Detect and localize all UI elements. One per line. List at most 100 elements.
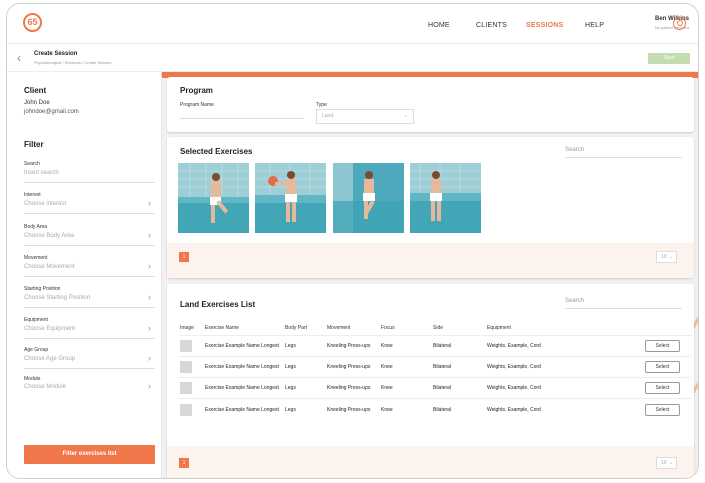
row-body-part: Legs <box>285 343 296 349</box>
type-select[interactable]: Land ⌄ <box>316 109 414 124</box>
selected-exercises-card: Selected Exercises Search 1 10 ⌄ <box>167 137 694 278</box>
pool-exercise-image <box>178 163 249 233</box>
filter-movement-label: Movement <box>24 255 48 261</box>
row-focus: Knee <box>381 385 393 391</box>
exercise-thumbnail[interactable] <box>255 163 326 233</box>
row-equipment: Weights, Example, Cord <box>487 407 541 413</box>
selected-exercises-heading: Selected Exercises <box>180 147 253 156</box>
filter-starting-position-select[interactable]: Choose Starting Position <box>24 295 90 301</box>
pool-exercise-image <box>333 163 404 233</box>
program-name-input[interactable] <box>180 118 304 119</box>
program-heading: Program <box>180 86 213 95</box>
chevron-right-icon[interactable]: › <box>148 261 151 271</box>
chevron-right-icon[interactable]: › <box>148 292 151 302</box>
row-exercise-name: Exercise Example Name Longest <box>205 407 279 413</box>
page-header: ‹ Create Session Physiotherapist / Sessi… <box>7 44 698 72</box>
search-label: Search <box>24 161 40 167</box>
per-page-select[interactable]: 10 ⌄ <box>656 457 677 469</box>
filter-body-area-label: Body Area <box>24 224 48 230</box>
chevron-right-icon[interactable]: › <box>148 381 151 391</box>
program-card: Program Program Name Type Land ⌄ <box>167 77 694 132</box>
row-focus: Knee <box>381 407 393 413</box>
select-exercise-button[interactable]: Select <box>645 361 680 373</box>
column-header-side: Side <box>433 325 444 331</box>
row-focus: Knee <box>381 343 393 349</box>
row-side: Bilateral <box>433 385 452 391</box>
row-exercise-name: Exercise Example Name Longest <box>205 343 279 349</box>
select-exercise-button[interactable]: Select <box>645 382 680 394</box>
land-exercises-card: Land Exercises List Search Image Exercis… <box>167 284 694 478</box>
type-label: Type <box>316 102 327 108</box>
row-movement: Kneeling Press-ups <box>327 343 371 349</box>
chevron-right-icon[interactable]: › <box>148 230 151 240</box>
nav-clients[interactable]: CLIENTS <box>476 22 507 29</box>
chevron-right-icon[interactable]: › <box>148 323 151 333</box>
main-content: Program Program Name Type Land ⌄ Selecte… <box>162 72 698 478</box>
nav-sessions[interactable]: SESSIONS <box>526 22 563 29</box>
nav-home[interactable]: HOME <box>428 22 450 29</box>
page-1-button[interactable]: 1 <box>179 252 189 262</box>
row-movement: Kneeling Press-ups <box>327 407 371 413</box>
filter-module-label: Module <box>24 376 41 382</box>
chevron-right-icon[interactable]: › <box>148 198 151 208</box>
client-email: johndoe@gmail.com <box>24 109 79 115</box>
exercise-image-placeholder <box>180 361 192 373</box>
row-body-part: Legs <box>285 385 296 391</box>
divider <box>24 213 155 214</box>
row-equipment: Weights, Example, Cord <box>487 385 541 391</box>
per-page-select[interactable]: 10 ⌄ <box>656 251 677 263</box>
app-window: 65 HOME CLIENTS SESSIONS HELP Ben Wilkin… <box>6 3 699 479</box>
program-name-label: Program Name <box>180 102 214 108</box>
nav-help[interactable]: HELP <box>585 22 604 29</box>
user-avatar-icon[interactable] <box>673 17 686 30</box>
selected-pager: 1 10 ⌄ <box>167 243 694 278</box>
filter-equipment-select[interactable]: Choose Equipment <box>24 326 75 332</box>
page-1-button[interactable]: 1 <box>179 458 189 468</box>
column-header-focus: Focus <box>381 325 395 331</box>
row-movement: Kneeling Press-ups <box>327 364 371 370</box>
select-exercise-button[interactable]: Select <box>645 404 680 416</box>
chevron-right-icon[interactable]: › <box>148 353 151 363</box>
per-page-value: 10 <box>661 254 667 260</box>
divider <box>24 276 155 277</box>
selected-search-input[interactable]: Search <box>565 147 584 153</box>
search-underline <box>565 308 682 309</box>
exercise-thumbnail[interactable] <box>333 163 404 233</box>
filter-interest-select[interactable]: Choose interest <box>24 201 66 207</box>
top-nav: 65 HOME CLIENTS SESSIONS HELP Ben Wilkin… <box>7 4 698 44</box>
row-divider <box>179 377 692 378</box>
brand-logo-icon[interactable]: 65 <box>23 13 42 32</box>
column-header-exercise-name: Exercise Name <box>205 325 239 331</box>
column-header-equipment: Equipment <box>487 325 511 331</box>
land-search-input[interactable]: Search <box>565 298 584 304</box>
exercise-image-placeholder <box>180 404 192 416</box>
row-side: Bilateral <box>433 407 452 413</box>
filter-body-area-select[interactable]: Choose Body Area <box>24 233 74 239</box>
filter-exercises-button[interactable]: Filter exercises list <box>24 445 155 464</box>
filter-age-group-select[interactable]: Choose Age Group <box>24 356 75 362</box>
filter-movement-select[interactable]: Choose Movement <box>24 264 74 270</box>
chevron-down-icon: ⌄ <box>668 254 673 260</box>
back-chevron-icon[interactable]: ‹ <box>17 52 21 64</box>
save-button[interactable]: Save <box>648 53 690 64</box>
column-header-movement: Movement <box>327 325 351 331</box>
row-body-part: Legs <box>285 364 296 370</box>
divider <box>24 338 155 339</box>
search-underline <box>565 157 682 158</box>
exercise-thumbnail[interactable] <box>410 163 481 233</box>
land-pager: 1 10 ⌄ <box>167 446 694 478</box>
divider <box>24 245 155 246</box>
breadcrumb: Physiotherapist / Sessions / Create Sess… <box>34 60 112 65</box>
column-header-body-part: Body Part <box>285 325 307 331</box>
search-input[interactable]: Insert search <box>24 170 59 176</box>
exercise-thumbnail[interactable] <box>178 163 249 233</box>
filter-sidebar: Client John Doe johndoe@gmail.com Filter… <box>7 72 162 478</box>
client-heading: Client <box>24 86 47 95</box>
filter-module-select[interactable]: Choose Module <box>24 384 66 390</box>
divider <box>24 307 155 308</box>
row-exercise-name: Exercise Example Name Longest <box>205 385 279 391</box>
row-equipment: Weights, Example, Cord <box>487 364 541 370</box>
exercise-image-placeholder <box>180 382 192 394</box>
select-exercise-button[interactable]: Select <box>645 340 680 352</box>
filter-equipment-label: Equipment <box>24 317 48 323</box>
